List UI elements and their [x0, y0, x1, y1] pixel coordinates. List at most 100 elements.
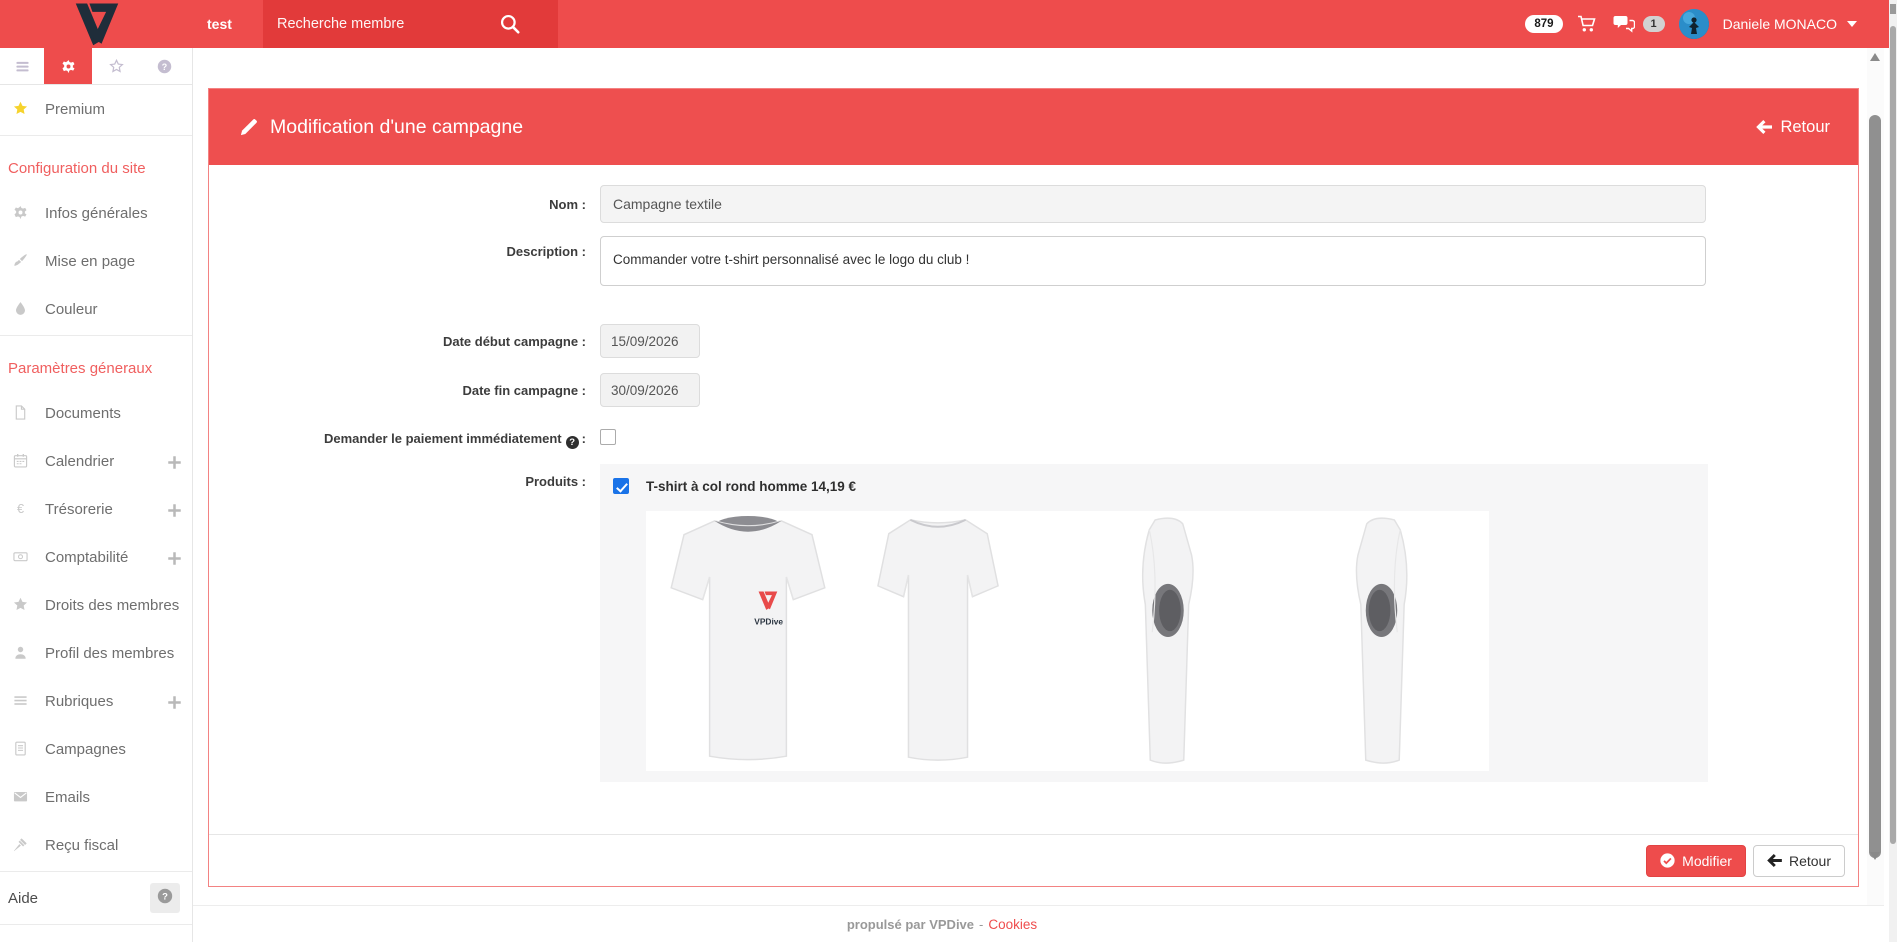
divider — [0, 135, 192, 136]
sidebar-item-label: Premium — [45, 101, 105, 118]
modify-button[interactable]: Modifier — [1646, 845, 1746, 877]
arrow-left-icon — [1756, 120, 1772, 134]
banknote-icon — [13, 549, 30, 566]
paiement-label: Demander le paiement immédiatement?: — [209, 431, 600, 449]
scroll-up-arrow[interactable] — [1890, 4, 1896, 14]
product-name: T-shirt à col rond homme 14,19 € — [646, 479, 856, 494]
product-image: VPDive — [646, 511, 1489, 771]
tshirt-side-view — [1337, 514, 1427, 768]
sidebar-item-mise-en-page[interactable]: Mise en page — [0, 237, 192, 285]
panel-header: Modification d'une campagne Retour — [209, 89, 1858, 165]
description-field[interactable]: Commander votre t-shirt personnalisé ave… — [600, 236, 1706, 286]
date-debut-field[interactable] — [600, 324, 700, 358]
search-icon[interactable] — [499, 13, 521, 35]
sidebar-item-recu-fiscal[interactable]: Reçu fiscal — [0, 821, 192, 869]
plus-icon[interactable] — [167, 551, 180, 564]
sidebar-item-label: Droits des membres — [45, 597, 179, 614]
form-row-date-fin: Date fin campagne : — [209, 373, 1706, 407]
vpdive-logo[interactable] — [0, 0, 193, 48]
calendar-icon — [13, 453, 30, 470]
tab-favorites[interactable] — [92, 48, 140, 84]
menu-icon — [15, 59, 30, 74]
plus-icon[interactable] — [167, 455, 180, 468]
sidebar-item-label: Documents — [45, 405, 121, 422]
modify-button-label: Modifier — [1682, 853, 1732, 869]
plus-icon[interactable] — [167, 695, 180, 708]
check-circle-icon — [1660, 853, 1675, 868]
sidebar-section-label: Paramètres géneraux — [0, 338, 192, 389]
search-input[interactable] — [263, 16, 493, 32]
sidebar-item-label: Profil des membres — [45, 645, 174, 662]
form-row-date-debut: Date début campagne : — [209, 324, 1706, 358]
back-button[interactable]: Retour — [1753, 845, 1845, 877]
sidebar-item-profil-des-membres[interactable]: Profil des membres — [0, 629, 192, 677]
tab-settings[interactable] — [44, 48, 92, 84]
sidebar-item-documents[interactable]: Documents — [0, 389, 192, 437]
user-name[interactable]: Daniele MONACO — [1723, 16, 1837, 32]
scrollbar-thumb[interactable] — [1869, 115, 1881, 858]
scrollbar-thumb[interactable] — [1890, 26, 1896, 844]
panel-footer: Modifier Retour — [209, 834, 1858, 886]
product-checkbox[interactable] — [613, 478, 629, 494]
sidebar-item-comptabilite[interactable]: Comptabilité — [0, 533, 192, 581]
brush-icon — [13, 253, 30, 270]
paiement-checkbox[interactable] — [600, 429, 616, 445]
sidebar-item-rubriques[interactable]: Rubriques — [0, 677, 192, 725]
gavel-icon — [13, 837, 30, 854]
tab-help[interactable]: ? — [140, 48, 188, 84]
form-row-nom: Nom : — [209, 185, 1706, 223]
cookies-link[interactable]: Cookies — [988, 917, 1037, 932]
form-row-paiement: Demander le paiement immédiatement?: — [209, 429, 1706, 450]
gear-icon — [13, 205, 30, 222]
star-icon — [13, 101, 30, 118]
divider — [0, 335, 192, 336]
scroll-up-arrow[interactable] — [1870, 52, 1880, 61]
pencil-icon — [239, 118, 258, 137]
page-title: Modification d'une campagne — [270, 116, 523, 139]
back-link[interactable]: Retour — [1756, 118, 1830, 137]
sidebar-nav: PremiumConfiguration du siteInfos généra… — [0, 85, 192, 872]
tab-menu[interactable] — [0, 48, 44, 84]
sidebar-item-calendrier[interactable]: Calendrier — [0, 437, 192, 485]
club-home-link[interactable]: test — [207, 0, 232, 48]
person-icon — [13, 645, 30, 662]
back-link-label: Retour — [1780, 118, 1830, 137]
sidebar-item-campagnes[interactable]: Campagnes — [0, 725, 192, 773]
tshirt-front-view: VPDive — [649, 514, 847, 768]
sidebar-item-premium[interactable]: Premium — [0, 85, 192, 133]
messages-count-badge[interactable]: 1 — [1643, 16, 1665, 32]
club-name: test — [207, 16, 232, 32]
question-icon: ? — [157, 59, 172, 74]
sidebar-item-couleur[interactable]: Couleur — [0, 285, 192, 333]
nom-field[interactable] — [600, 185, 1706, 223]
nom-label: Nom : — [209, 197, 600, 212]
sidebar-item-infos-generales[interactable]: Infos générales — [0, 189, 192, 237]
sidebar-item-label: Trésorerie — [45, 501, 113, 518]
content-scrollbar[interactable] — [1867, 48, 1884, 905]
paiement-label-text: Demander le paiement immédiatement — [324, 431, 562, 446]
date-fin-field[interactable] — [600, 373, 700, 407]
tshirt-back-view — [862, 514, 1014, 768]
notification-count-badge[interactable]: 879 — [1525, 15, 1562, 33]
envelope-icon — [13, 789, 30, 806]
divider — [0, 871, 192, 872]
plus-icon[interactable] — [167, 503, 180, 516]
sidebar-item-label: Mise en page — [45, 253, 135, 270]
produits-label: Produits : — [209, 464, 600, 489]
campaign-edit-panel: Modification d'une campagne Retour Nom :… — [208, 88, 1859, 887]
chat-icon[interactable] — [1613, 14, 1635, 34]
back-button-label: Retour — [1789, 853, 1831, 869]
sidebar-item-emails[interactable]: Emails — [0, 773, 192, 821]
chevron-down-icon[interactable] — [1847, 21, 1857, 27]
sidebar-item-tresorerie[interactable]: €Trésorerie — [0, 485, 192, 533]
question-icon[interactable]: ? — [566, 436, 579, 449]
sidebar-item-label: Comptabilité — [45, 549, 128, 566]
sidebar-item-droits-des-membres[interactable]: Droits des membres — [0, 581, 192, 629]
scroll-down-arrow[interactable] — [1870, 852, 1880, 861]
window-scrollbar[interactable] — [1889, 0, 1897, 942]
svg-text:VPDive: VPDive — [754, 616, 783, 626]
avatar[interactable] — [1679, 9, 1709, 39]
cart-icon[interactable] — [1577, 14, 1599, 34]
campaign-form: Nom : Description : Commander votre t-sh… — [209, 165, 1858, 782]
help-button[interactable]: ? — [150, 883, 180, 913]
